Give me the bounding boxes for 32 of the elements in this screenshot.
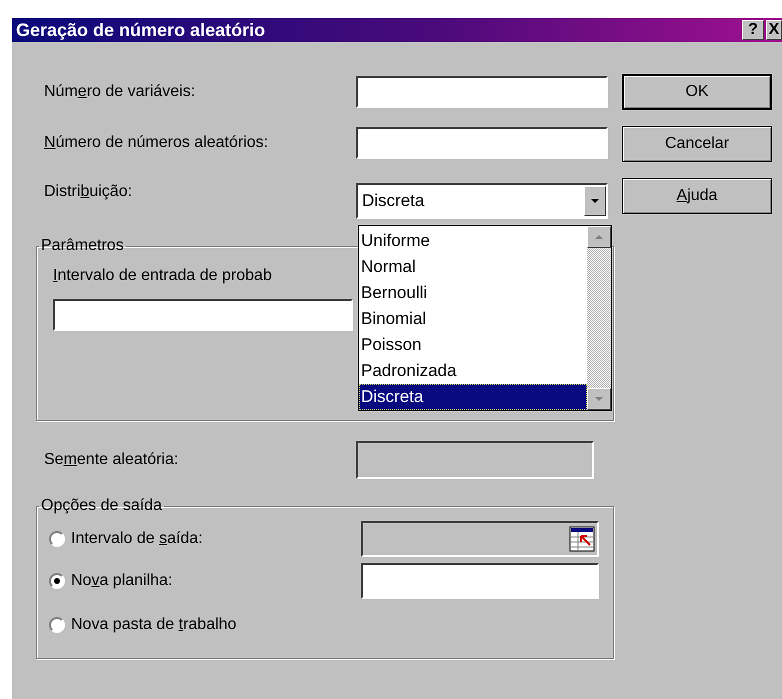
radio-button[interactable] [49,573,65,589]
scroll-down-icon[interactable] [587,388,611,410]
help-button[interactable]: ? [742,20,764,40]
input-field[interactable] [361,563,599,599]
scroll-up-icon[interactable] [587,226,611,248]
window-title: Geração de número aleatório [16,20,266,40]
radio-label: Nova pasta de trabalho [70,616,238,634]
input-field[interactable] [53,299,353,331]
input-field[interactable] [356,76,608,108]
radio-button[interactable] [49,617,65,633]
dialog-button[interactable]: OK [622,74,772,110]
field-label: Distribuição: [43,183,134,201]
list-item[interactable]: Normal [359,254,587,280]
field-label: Número de números aleatórios: [43,134,270,152]
field-label: Semente aleatória: [43,451,180,469]
close-button[interactable]: X [766,20,782,40]
scrollbar[interactable] [587,226,611,410]
field-label: Intervalo de entrada de probab [53,267,273,285]
dialog-button[interactable]: Cancelar [622,126,772,162]
group-title: Parâmetros [40,237,125,255]
input-field[interactable] [356,127,608,159]
list-item[interactable]: Uniforme [359,228,587,254]
field-label: Número de variáveis: [43,83,196,101]
list-item[interactable]: Binomial [359,306,587,332]
dialog-button[interactable]: Ajuda [622,178,772,214]
list-item[interactable]: Padronizada [359,358,587,384]
list-item[interactable]: Poisson [359,332,587,358]
group-title: Opções de saída [40,497,163,515]
list-item[interactable]: Bernoulli [359,280,587,306]
list-item[interactable]: Discreta [359,384,587,410]
radio-label: Intervalo de saída: [70,530,204,548]
radio-label: Nova planilha: [70,572,174,590]
